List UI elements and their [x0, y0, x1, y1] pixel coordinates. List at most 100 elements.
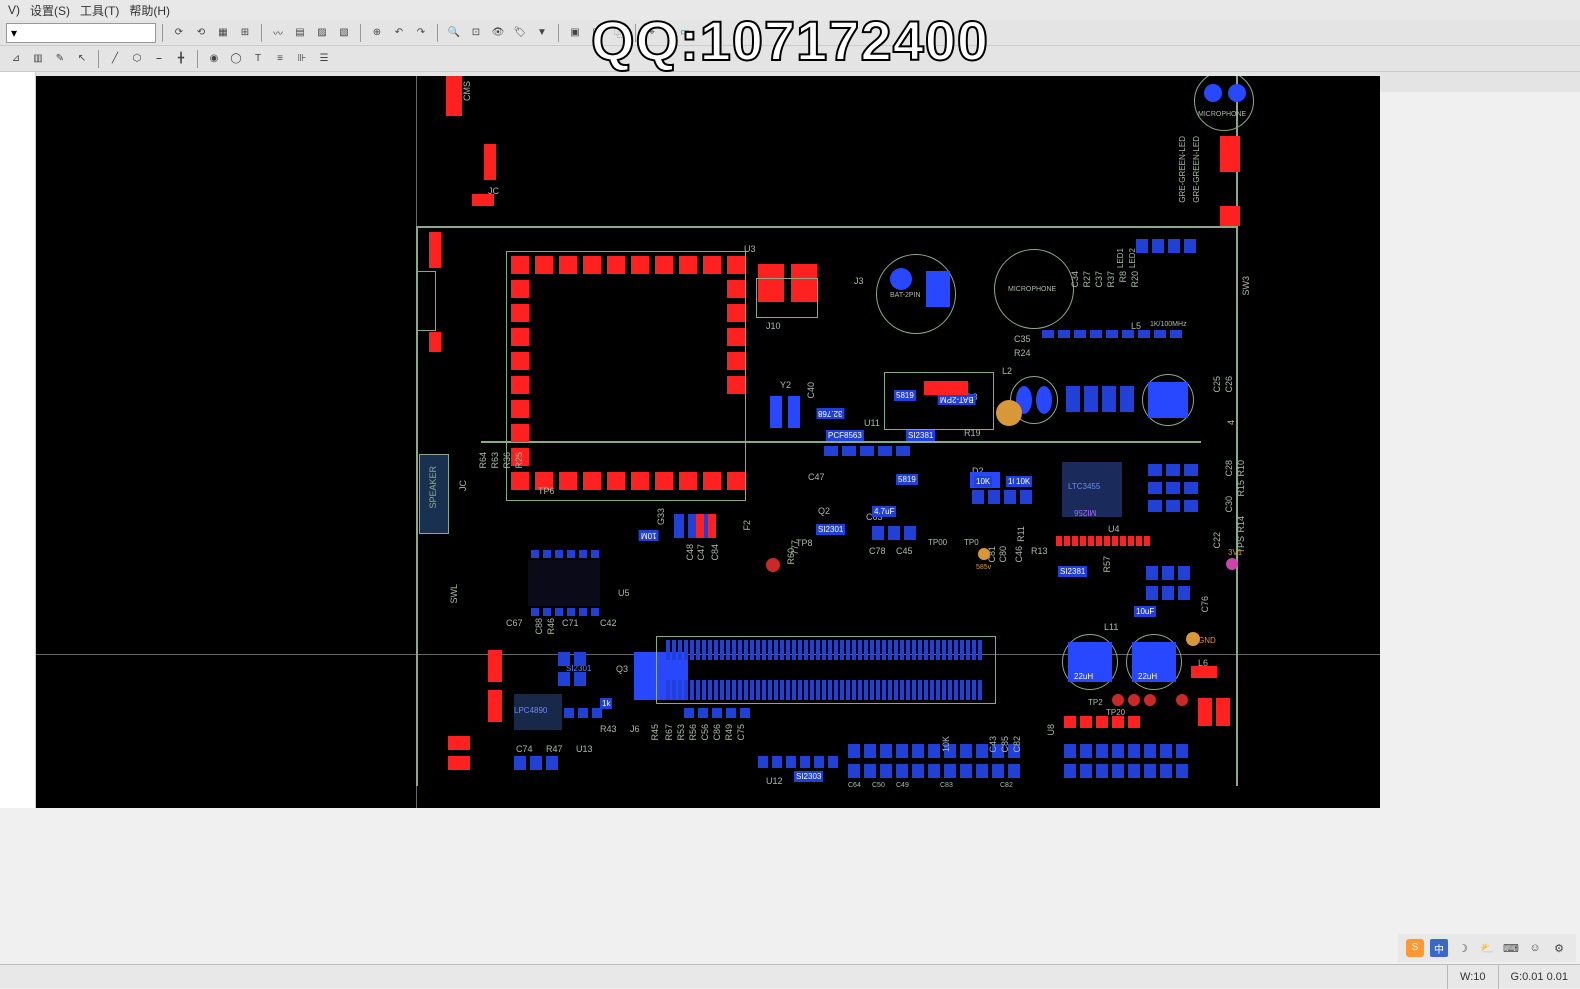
dist-icon[interactable]: ⊪: [292, 49, 312, 69]
eye-icon[interactable]: 👁: [488, 23, 508, 43]
moon-icon[interactable]: ☽: [1454, 939, 1472, 957]
weather-icon[interactable]: ⛅: [1478, 939, 1496, 957]
label-r14: R14: [1236, 516, 1246, 533]
mid-10k: [972, 490, 984, 504]
filter-icon[interactable]: ▼: [532, 23, 552, 43]
line-icon[interactable]: ╱: [105, 49, 125, 69]
conn-pads-top: [666, 640, 670, 660]
menu-settings[interactable]: 设置(S): [30, 2, 70, 19]
pad-bat-1: [890, 268, 912, 290]
sync-icon[interactable]: ⟲: [191, 23, 211, 43]
ann-10k: 10K: [974, 476, 992, 487]
refresh-icon[interactable]: ⟳: [169, 23, 189, 43]
measure-icon[interactable]: ▥: [28, 49, 48, 69]
select-icon[interactable]: ◫: [587, 23, 607, 43]
route-icon[interactable]: ⎯: [149, 49, 169, 69]
pad-bat-2: [926, 271, 950, 307]
comp-u5: [528, 560, 600, 606]
label-r37: R37: [1106, 271, 1116, 288]
tp-pads: [1064, 716, 1076, 728]
ruler-icon[interactable]: ⊿: [6, 49, 26, 69]
grid-icon[interactable]: ▦: [213, 23, 233, 43]
comp-array-led: [1136, 239, 1148, 253]
label-u5: U5: [618, 588, 630, 598]
menu-view[interactable]: V): [8, 3, 20, 17]
label-c26: C26: [1224, 376, 1234, 393]
target-icon[interactable]: ⊕: [367, 23, 387, 43]
label-tp20: TP20: [1106, 708, 1125, 717]
bot-left-pad: [448, 736, 470, 750]
pointer-icon[interactable]: ↖: [72, 49, 92, 69]
zoom-icon[interactable]: 🔍: [444, 23, 464, 43]
label-r27: R27: [1082, 271, 1092, 288]
ann-10uf: 10uF: [1134, 606, 1156, 617]
statusbar: W:10 G:0.01 0.01: [0, 964, 1580, 988]
status-grid: G:0.01 0.01: [1498, 965, 1580, 989]
label-c50: C50: [872, 782, 885, 789]
probe-icon[interactable]: ✎: [50, 49, 70, 69]
align-icon[interactable]: ≡: [270, 49, 290, 69]
label-r67: R67: [664, 724, 674, 741]
label-r57: R57: [1102, 556, 1112, 573]
pcb-canvas[interactable]: CMS JC MICROPHONE GRE-GREEN-LED GRE-GREE…: [36, 76, 1380, 808]
palette-icon[interactable]: ▨: [312, 23, 332, 43]
settings-icon[interactable]: ⚙: [1550, 939, 1568, 957]
snap-icon[interactable]: ⊞: [235, 23, 255, 43]
via-icon[interactable]: ◉: [204, 49, 224, 69]
label-tp00: TP00: [928, 538, 947, 547]
undo-icon[interactable]: ↶: [389, 23, 409, 43]
ime-icon[interactable]: 中: [1430, 939, 1448, 957]
ann-10k2: 10K: [1014, 476, 1032, 487]
copy-icon[interactable]: ⿻: [609, 23, 629, 43]
label-cms: CMS: [462, 81, 472, 101]
keyboard-icon[interactable]: ⌨: [1502, 939, 1520, 957]
label-r19: R19: [964, 428, 981, 438]
pad-icon[interactable]: ◯: [226, 49, 246, 69]
label-microphone-top: MICROPHONE: [1198, 111, 1246, 118]
zoom-area-icon[interactable]: ⊡: [466, 23, 486, 43]
image-icon[interactable]: ▣: [565, 23, 585, 43]
pad-mic1: [1204, 84, 1222, 102]
label-j6: J6: [630, 724, 640, 734]
menu-help[interactable]: 帮助(H): [129, 2, 170, 19]
text-icon[interactable]: T: [248, 49, 268, 69]
list-icon[interactable]: ☰: [314, 49, 334, 69]
label-u4: U4: [1108, 524, 1120, 534]
y2-pad2: [788, 396, 800, 428]
label-tp0: TP0: [964, 538, 979, 547]
menu-tools[interactable]: 工具(T): [80, 2, 119, 19]
label-greenled1: GRE-GREEN-LED: [1178, 136, 1187, 203]
tag-icon[interactable]: 🏷: [510, 23, 530, 43]
label-r47: R47: [546, 744, 563, 754]
label-v4: 4: [1226, 420, 1236, 425]
hatch-icon[interactable]: ▧: [334, 23, 354, 43]
reticle-icon[interactable]: ⌖: [642, 23, 662, 43]
layers-icon[interactable]: ▤: [290, 23, 310, 43]
label-c43: C43: [988, 736, 998, 753]
screen-icon[interactable]: ▭: [675, 23, 695, 43]
label-c82: C82: [1012, 736, 1022, 753]
pad-cap1b: [1036, 386, 1052, 414]
sogou-icon[interactable]: S: [1406, 939, 1424, 957]
route2-icon[interactable]: ╋: [171, 49, 191, 69]
ann-47uf: 4.7uF: [872, 506, 896, 517]
menubar: V) 设置(S) 工具(T) 帮助(H): [0, 0, 1580, 20]
label-r24: R24: [1014, 348, 1031, 358]
u8-row2: [848, 764, 860, 778]
layer-selector[interactable]: ▾: [6, 23, 156, 43]
label-c80: C80: [998, 546, 1008, 563]
tp8-via: [766, 558, 780, 572]
redo-icon[interactable]: ↷: [411, 23, 431, 43]
label-mi256: MI256: [1074, 508, 1096, 517]
emoji-icon[interactable]: ☺: [1526, 939, 1544, 957]
label-u12: U12: [766, 776, 783, 786]
wave-icon[interactable]: 〰: [268, 23, 288, 43]
ltc-pads: [1056, 536, 1062, 546]
label-sw3: SW3: [1241, 276, 1251, 296]
label-u11: U11: [864, 418, 880, 428]
br-caps2: [1064, 764, 1076, 778]
mid-caps: [674, 514, 684, 538]
br-caps: [1064, 744, 1076, 758]
poly-icon[interactable]: ⬡: [127, 49, 147, 69]
label-c35: C35: [1014, 334, 1031, 344]
